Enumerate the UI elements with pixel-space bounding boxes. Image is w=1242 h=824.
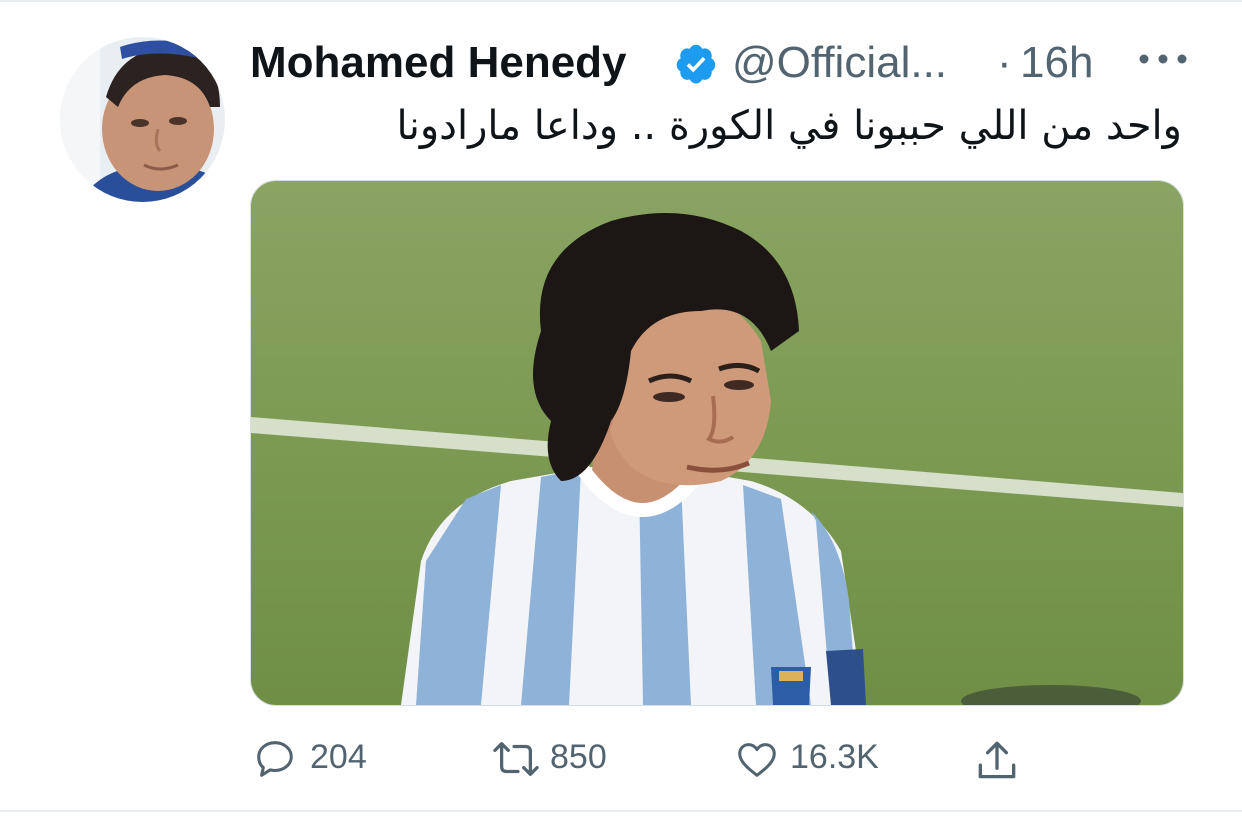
retweet-icon — [493, 742, 539, 776]
avatar-photo — [60, 37, 225, 202]
media-image — [251, 181, 1183, 705]
tweet-header: Mohamed Henedy @Official... · 16h — [250, 34, 1190, 90]
retweet-count: 850 — [550, 738, 607, 776]
share-icon — [978, 741, 1016, 779]
tweet[interactable]: Mohamed Henedy @Official... · 16h واحد م… — [0, 0, 1242, 810]
heart-icon — [738, 743, 776, 777]
verified-badge-icon — [676, 44, 716, 84]
more-options-icon[interactable] — [1135, 44, 1191, 74]
author-display-name[interactable]: Mohamed Henedy — [250, 38, 627, 88]
tweet-timestamp[interactable]: 16h — [1020, 38, 1093, 88]
tweet-text: واحد من اللي حببونا في الكورة .. وداعا م… — [396, 103, 1183, 149]
reply-count: 204 — [310, 738, 367, 776]
tweet-media-photo[interactable] — [250, 180, 1184, 706]
tweet-actions: 204 850 16.3K — [250, 728, 1050, 788]
reply-icon — [257, 741, 293, 777]
like-count: 16.3K — [790, 738, 879, 776]
header-separator: · — [997, 38, 1012, 87]
author-handle[interactable]: @Official... — [732, 38, 947, 88]
bottom-divider — [0, 810, 1242, 812]
author-avatar[interactable] — [60, 37, 225, 202]
